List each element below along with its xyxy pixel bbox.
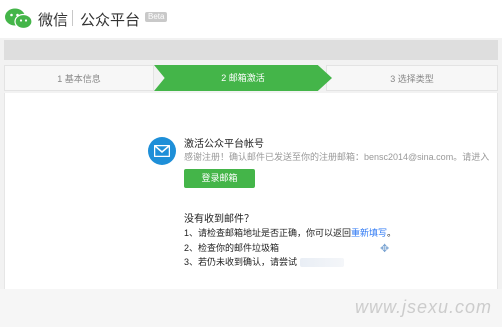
step-email-activation: 2 邮箱激活	[154, 65, 332, 91]
progress-steps: 1 基本信息 3 选择类型 2 邮箱激活	[4, 65, 498, 91]
header-divider	[72, 10, 73, 26]
activation-title: 激活公众平台帐号	[184, 139, 264, 150]
watermark: www.jsexu.com	[354, 297, 492, 317]
step-basic-info: 1 基本信息	[4, 65, 154, 91]
brand-name: 微信	[38, 12, 69, 29]
refill-link[interactable]: 重新填写	[351, 228, 387, 238]
mail-icon	[148, 137, 176, 165]
step-choose-type: 3 选择类型	[326, 65, 498, 91]
product-name: 公众平台	[80, 12, 141, 29]
login-email-button[interactable]: 登录邮箱	[184, 169, 255, 188]
wechat-logo-icon	[5, 8, 33, 30]
top-band	[4, 40, 498, 60]
page: 微信 公众平台 Beta 1 基本信息 3 选择类型 2 邮箱激活 激活公众平台…	[0, 0, 502, 327]
help-item-1: 1、请检查邮箱地址是否正确，你可以返回重新填写。	[184, 226, 396, 239]
obscured-text	[299, 258, 344, 268]
help-item-1-end: 。	[387, 228, 397, 238]
beta-badge: Beta	[145, 12, 168, 22]
help-item-3-text: 3、若仍未收到确认，请尝试	[184, 257, 298, 267]
help-item-1-text: 1、请检查邮箱地址是否正确，你可以返回	[184, 228, 352, 238]
help-item-2: 2、检查你的邮件垃圾箱	[184, 243, 280, 253]
help-title: 没有收到邮件？	[184, 214, 254, 225]
activation-description: 感谢注册！确认邮件已发送至你的注册邮箱：bensc2014@sina.com。请…	[184, 152, 490, 162]
mouse-cursor-icon: ✥	[380, 243, 390, 255]
header: 微信 公众平台 Beta	[0, 0, 502, 38]
help-item-3: 3、若仍未收到确认，请尝试	[184, 255, 344, 268]
